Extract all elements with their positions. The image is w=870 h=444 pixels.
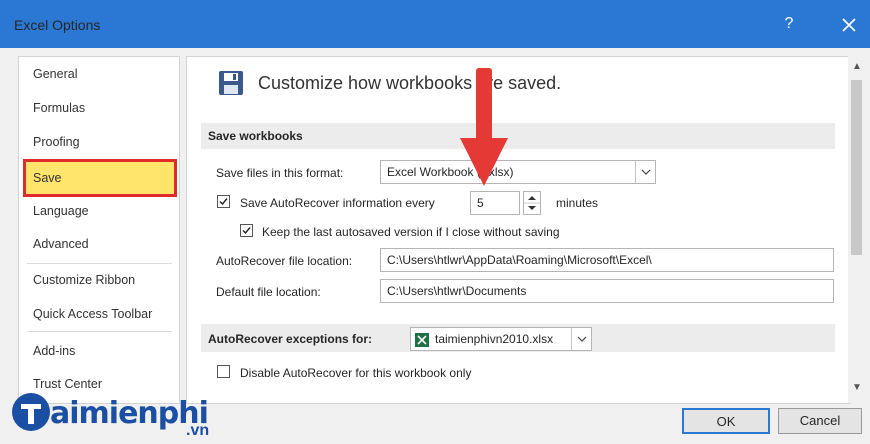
ok-button[interactable]: OK: [682, 408, 770, 434]
red-arrow-annotation: [456, 68, 512, 188]
scroll-up-icon[interactable]: ▲: [852, 62, 862, 72]
title-bar: [0, 0, 870, 48]
nav-item-add-ins[interactable]: Add-ins: [20, 336, 178, 366]
watermark-suffix: .vn: [186, 422, 210, 439]
nav-item-general[interactable]: General: [20, 59, 178, 89]
minutes-spinner[interactable]: [523, 191, 541, 215]
autorecover-label: Save AutoRecover information every: [240, 196, 435, 210]
nav-divider: [27, 263, 172, 264]
format-label: Save files in this format:: [216, 166, 344, 180]
close-button[interactable]: [836, 12, 862, 38]
checkmark-icon: [242, 227, 251, 235]
scrollbar-thumb[interactable]: [851, 80, 862, 255]
section-title-autorecover-exceptions: AutoRecover exceptions for:: [208, 332, 373, 346]
nav-item-formulas[interactable]: Formulas: [20, 93, 178, 123]
keep-last-version-checkbox[interactable]: [240, 224, 253, 237]
nav-item-customize-ribbon[interactable]: Customize Ribbon: [20, 265, 178, 295]
page-title: Customize how workbooks are saved.: [258, 73, 562, 93]
window-title: Excel Options: [14, 17, 101, 33]
floppy-disk-icon: [218, 70, 244, 96]
checkmark-icon: [219, 198, 228, 206]
close-icon: [842, 18, 856, 32]
excel-file-icon: [415, 332, 429, 347]
file-format-dropdown[interactable]: Excel Workbook (*.xlsx): [380, 160, 656, 184]
help-button[interactable]: ?: [778, 12, 800, 36]
autorecover-location-input[interactable]: C:\Users\htlwr\AppData\Roaming\Microsoft…: [380, 248, 834, 272]
nav-item-save[interactable]: Save: [23, 159, 177, 197]
nav-item-proofing[interactable]: Proofing: [20, 127, 178, 157]
workbook-value: taimienphivn2010.xlsx: [435, 332, 554, 346]
watermark-brand: aimienphi: [50, 396, 209, 431]
chevron-down-icon[interactable]: [571, 328, 591, 350]
workbook-dropdown[interactable]: taimienphivn2010.xlsx: [410, 327, 592, 351]
default-location-label: Default file location:: [216, 285, 321, 299]
category-nav: General Formulas Proofing Save Language …: [18, 56, 180, 404]
nav-item-advanced[interactable]: Advanced: [20, 229, 178, 259]
autorecover-checkbox[interactable]: [217, 195, 230, 208]
nav-item-language[interactable]: Language: [20, 196, 178, 226]
nav-divider: [27, 331, 172, 332]
default-location-input[interactable]: C:\Users\htlwr\Documents: [380, 279, 834, 303]
disable-autorecover-label: Disable AutoRecover for this workbook on…: [240, 366, 472, 380]
chevron-down-icon[interactable]: [635, 161, 655, 183]
spinner-arrows-icon: [524, 196, 540, 210]
cancel-button[interactable]: Cancel: [778, 408, 862, 434]
minutes-label: minutes: [556, 196, 599, 210]
autorecover-location-label: AutoRecover file location:: [216, 254, 353, 268]
keep-last-version-label: Keep the last autosaved version if I clo…: [262, 225, 560, 239]
nav-item-quick-access-toolbar[interactable]: Quick Access Toolbar: [20, 299, 178, 329]
disable-autorecover-checkbox[interactable]: [217, 365, 230, 378]
taimienphi-logo-icon: [10, 390, 52, 437]
autorecover-minutes-input[interactable]: 5: [470, 191, 520, 215]
scroll-down-icon[interactable]: ▼: [852, 383, 862, 393]
section-title-save-workbooks: Save workbooks: [208, 129, 303, 143]
